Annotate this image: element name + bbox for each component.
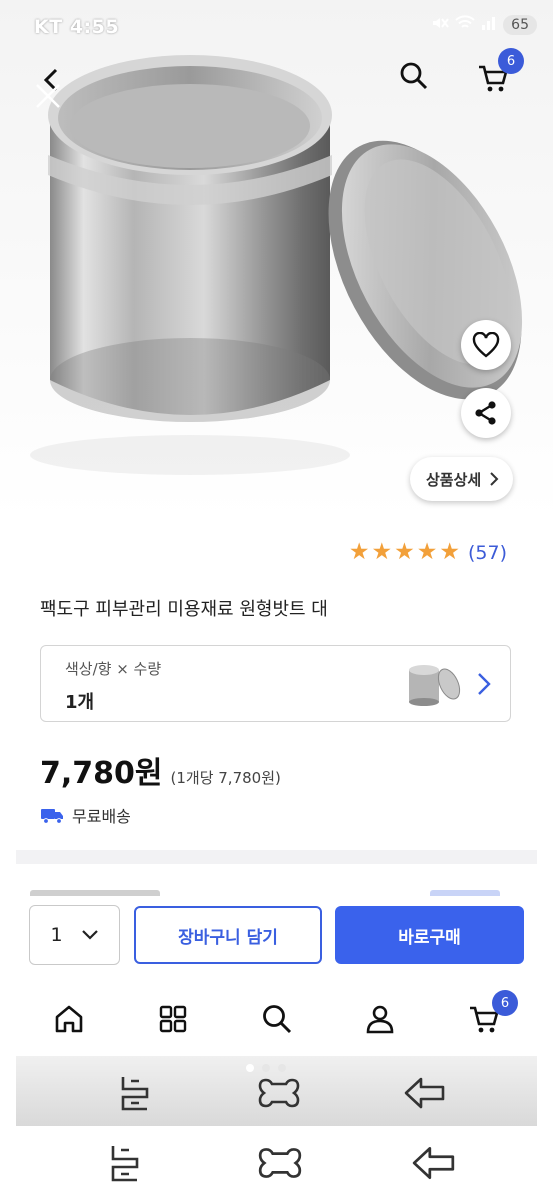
chevron-down-icon <box>81 930 98 940</box>
nav-mypage[interactable] <box>355 996 405 1042</box>
cart-badge: 6 <box>498 48 524 74</box>
shipping-info: 무료배송 <box>40 803 131 827</box>
star-icon: ★ <box>439 539 460 565</box>
nav-cart-badge: 6 <box>492 990 518 1016</box>
wishlist-button[interactable] <box>461 320 511 370</box>
wifi-icon <box>455 15 475 35</box>
rating[interactable]: ★ ★ ★ ★ ★ (57) <box>349 541 507 564</box>
nav-search[interactable] <box>252 996 302 1042</box>
bottom-navigation: 6 <box>16 982 537 1056</box>
home-system-icon <box>258 1148 302 1178</box>
nav-home[interactable] <box>44 996 94 1042</box>
close-icon <box>36 84 60 108</box>
status-time: KT 4:55 <box>34 16 120 38</box>
shipping-label: 무료배송 <box>72 807 131 826</box>
close-button[interactable] <box>26 74 70 118</box>
add-to-cart-button[interactable]: 장바구니 담기 <box>134 906 322 964</box>
price-row: 7,780원 (1개당 7,780원) <box>40 748 281 792</box>
star-icon: ★ <box>348 539 370 565</box>
home-system-button[interactable] <box>254 1070 304 1116</box>
recent-apps-icon <box>111 1146 139 1182</box>
product-detail-label: 상품상세 <box>426 470 482 489</box>
option-thumbnail <box>405 660 463 710</box>
star-icon: ★ <box>371 539 393 565</box>
share-button[interactable] <box>461 388 511 438</box>
status-bar: KT 4:55 65 <box>0 0 553 56</box>
home-icon <box>55 1005 83 1033</box>
chevron-right-icon <box>478 673 491 695</box>
chevron-right-icon <box>490 472 499 486</box>
option-value: 1개 <box>65 692 95 713</box>
product-detail-button[interactable]: 상품상세 <box>410 457 514 501</box>
mute-icon <box>431 14 449 36</box>
status-icons: 65 <box>431 14 537 36</box>
search-icon <box>263 1005 292 1034</box>
back-system-icon <box>404 1077 445 1109</box>
signal-icon <box>481 15 497 35</box>
option-label: 색상/향 × 수량 <box>65 660 162 678</box>
heart-icon <box>472 332 500 358</box>
user-icon <box>366 1005 394 1034</box>
buy-now-button[interactable]: 바로구매 <box>335 906 524 964</box>
purchase-bar: 1 장바구니 담기 바로구매 <box>16 896 537 976</box>
system-navigation-outer <box>0 1126 553 1200</box>
battery-indicator: 65 <box>503 15 537 35</box>
recent-apps-button[interactable] <box>100 1138 150 1188</box>
truck-icon <box>41 809 63 824</box>
star-icon: ★ <box>394 539 415 565</box>
section-divider <box>16 850 537 864</box>
back-system-button[interactable] <box>406 1138 462 1188</box>
share-icon <box>475 401 496 425</box>
back-system-icon <box>412 1147 455 1179</box>
quantity-value: 1 <box>50 924 63 946</box>
option-chevron <box>477 672 491 700</box>
unit-price: (1개당 7,780원) <box>170 769 281 787</box>
quantity-selector[interactable]: 1 <box>29 905 120 965</box>
review-count[interactable]: (57) <box>468 542 507 564</box>
nav-category[interactable] <box>148 996 198 1042</box>
option-selector[interactable]: 색상/향 × 수량 1개 <box>40 645 511 722</box>
search-button[interactable] <box>392 54 436 98</box>
grid-icon <box>159 1005 187 1033</box>
star-icon: ★ <box>416 539 438 565</box>
price: 7,780원 <box>40 756 163 791</box>
recent-apps-icon <box>121 1077 149 1111</box>
home-system-button[interactable] <box>252 1138 308 1188</box>
product-title: 팩도구 피부관리 미용재료 원형밧트 대 <box>40 599 328 620</box>
system-navigation-inner <box>16 1056 537 1126</box>
back-system-button[interactable] <box>400 1070 450 1116</box>
home-system-icon <box>258 1078 300 1108</box>
search-icon <box>400 62 428 90</box>
recent-apps-button[interactable] <box>110 1070 160 1116</box>
